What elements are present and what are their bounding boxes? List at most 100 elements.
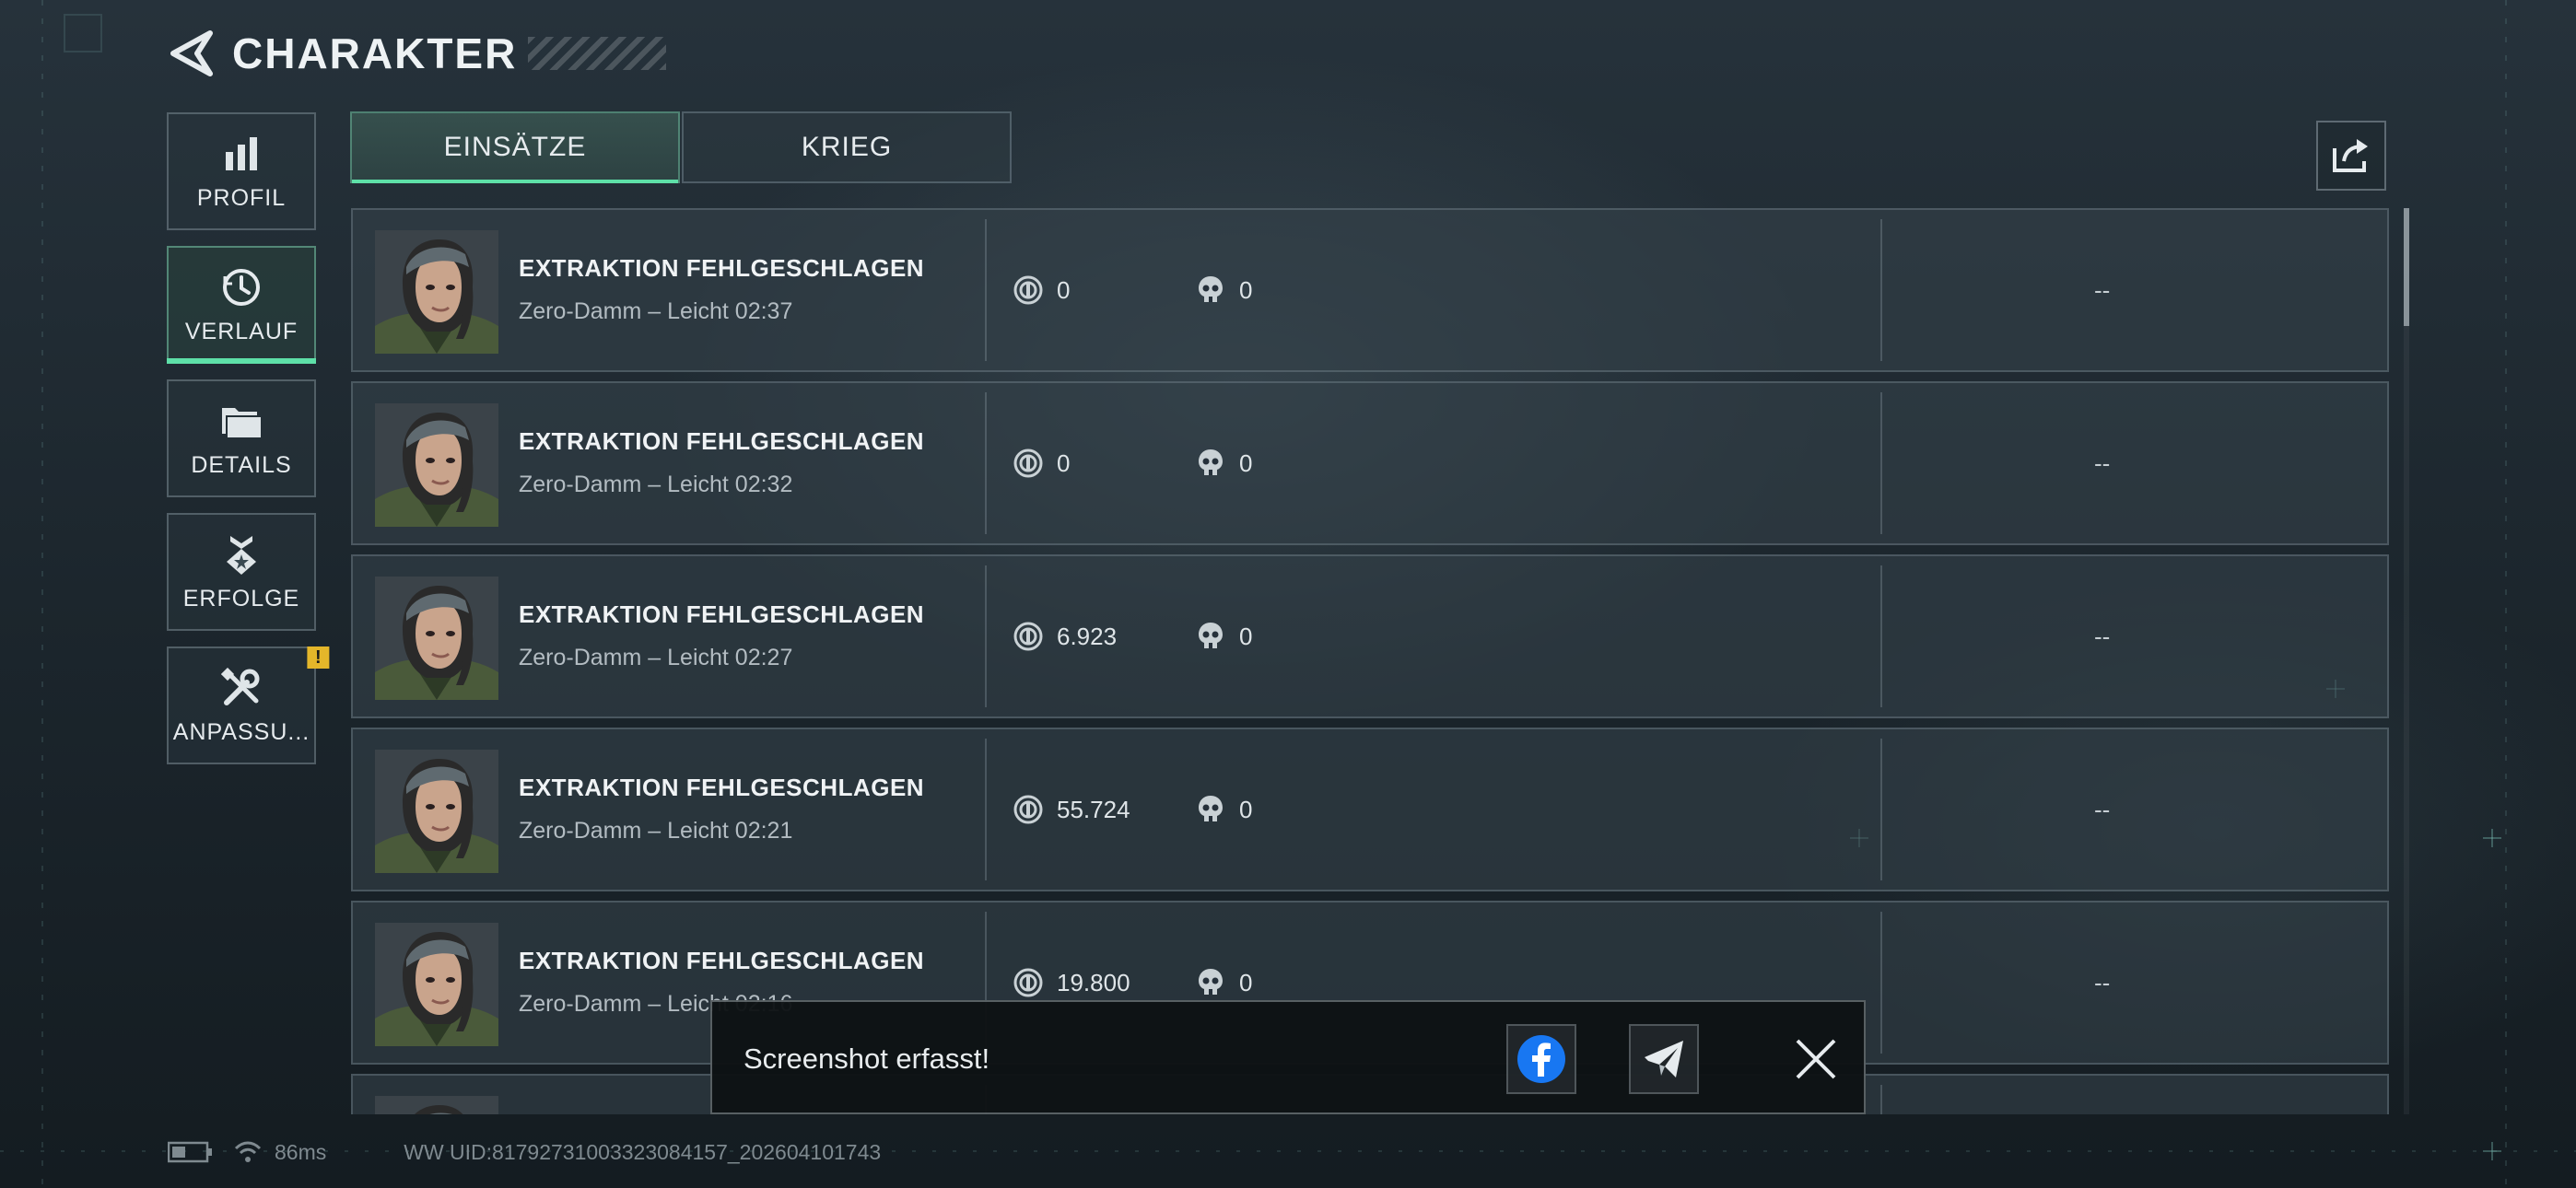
facebook-icon [1517, 1035, 1565, 1083]
credits-value: 0 [1057, 275, 1071, 304]
row-divider [1880, 912, 1882, 1054]
page-title: CHARAKTER [232, 29, 518, 77]
sidebar-item-details[interactable]: DETAILS [167, 379, 316, 497]
kills-value: 0 [1239, 275, 1253, 304]
match-extra-value: -- [2094, 623, 2111, 650]
sidebar-item-anpassung[interactable]: ! ANPASSU... [167, 646, 330, 764]
match-row[interactable]: EXTRAKTION FEHLGESCHLAGEN Zero-Damm – Le… [351, 208, 2389, 372]
screenshot-toast: Screenshot erfasst! [710, 1000, 1866, 1114]
match-row[interactable]: EXTRAKTION FEHLGESCHLAGEN Zero-Damm – Le… [351, 728, 2389, 891]
sidebar-item-label: ANPASSU... [172, 718, 310, 745]
operator-portrait [375, 923, 498, 1046]
credits-value: 55.724 [1057, 795, 1130, 823]
operator-portrait [375, 230, 498, 354]
row-divider [1880, 219, 1882, 361]
title-decoration [528, 37, 667, 70]
match-result-title: EXTRAKTION FEHLGESCHLAGEN [519, 947, 925, 974]
history-clock-icon [219, 265, 263, 309]
match-map-and-time: Zero-Damm – Leicht 02:37 [519, 298, 793, 324]
row-divider [1880, 392, 1882, 534]
credits-stat: 0 [1013, 448, 1070, 479]
battery-icon [168, 1141, 212, 1163]
wifi-icon [234, 1141, 262, 1162]
toast-message: Screenshot erfasst! [744, 1042, 990, 1075]
kills-value: 0 [1239, 448, 1253, 477]
match-extra-value: -- [2094, 796, 2111, 823]
sidebar-item-erfolge[interactable]: ERFOLGE [167, 513, 316, 631]
operator-portrait [375, 750, 498, 873]
credits-stat: 6.923 [1013, 621, 1117, 652]
match-extra-value: -- [2094, 276, 2111, 304]
kills-stat: 0 [1195, 794, 1252, 825]
skull-icon [1195, 967, 1226, 998]
match-extra-value: -- [2094, 969, 2111, 996]
match-history-list: EXTRAKTION FEHLGESCHLAGEN Zero-Damm – Le… [351, 208, 2389, 1114]
coin-icon [1013, 448, 1044, 479]
match-result-title: EXTRAKTION FEHLGESCHLAGEN [519, 427, 925, 455]
medal-icon [219, 532, 263, 577]
skull-icon [1195, 794, 1226, 825]
match-map-and-time: Zero-Damm – Leicht 02:21 [519, 818, 793, 844]
share-button[interactable] [2316, 121, 2386, 191]
row-divider [985, 739, 987, 880]
sidebar: PROFIL VERLAUF DETAILS ERFOLGE ! ANPASSU… [167, 112, 330, 780]
match-extra-value: -- [2094, 449, 2111, 477]
credits-stat: 55.724 [1013, 794, 1130, 825]
credits-value: 0 [1057, 448, 1071, 477]
kills-value: 0 [1239, 795, 1253, 823]
kills-stat: 0 [1195, 967, 1252, 998]
scrollbar[interactable] [2404, 208, 2409, 1114]
toast-close-button[interactable] [1781, 1024, 1851, 1094]
credits-value: 19.800 [1057, 968, 1130, 996]
back-arrow-icon[interactable] [168, 28, 216, 79]
row-divider [1880, 1085, 1882, 1114]
sidebar-item-verlauf[interactable]: VERLAUF [167, 246, 316, 364]
facebook-share-button[interactable] [1506, 1024, 1576, 1094]
operator-portrait [375, 577, 498, 700]
share-icon [2333, 139, 2368, 172]
match-row[interactable]: EXTRAKTION FEHLGESCHLAGEN Zero-Damm – Le… [351, 554, 2389, 718]
coin-icon [1013, 621, 1044, 652]
tab-einsaetze[interactable]: EINSÄTZE [350, 111, 680, 183]
row-divider [1880, 565, 1882, 707]
match-row[interactable]: EXTRAKTION FEHLGESCHLAGEN Zero-Damm – Le… [351, 381, 2389, 545]
operator-portrait [375, 1096, 498, 1114]
paper-plane-icon [1645, 1041, 1683, 1077]
row-divider [985, 565, 987, 707]
page-header: CHARAKTER [168, 28, 667, 79]
scrollbar-thumb[interactable] [2404, 208, 2409, 326]
sidebar-item-label: DETAILS [191, 451, 292, 478]
close-icon [1796, 1039, 1836, 1079]
kills-value: 0 [1239, 968, 1253, 996]
credits-stat: 19.800 [1013, 967, 1130, 998]
row-divider [985, 392, 987, 534]
operator-portrait [375, 403, 498, 527]
match-result-title: EXTRAKTION FEHLGESCHLAGEN [519, 774, 925, 801]
folders-icon [219, 399, 263, 443]
status-bar: 86ms WW UID:8179273100332308415​7_202604… [168, 1138, 881, 1166]
kills-value: 0 [1239, 622, 1253, 650]
sidebar-item-label: ERFOLGE [182, 585, 300, 611]
skull-icon [1195, 448, 1226, 479]
tab-bar: EINSÄTZE KRIEG [350, 111, 1012, 183]
skull-icon [1195, 274, 1226, 306]
match-result-title: EXTRAKTION FEHLGESCHLAGEN [519, 254, 925, 282]
skull-icon [1195, 621, 1226, 652]
coin-icon [1013, 794, 1044, 825]
row-divider [1880, 739, 1882, 880]
tab-krieg[interactable]: KRIEG [682, 111, 1012, 183]
match-map-and-time: Zero-Damm – Leicht 02:27 [519, 645, 793, 670]
credits-value: 6.923 [1057, 622, 1118, 650]
sidebar-item-label: PROFIL [196, 184, 287, 211]
row-divider [985, 219, 987, 361]
coin-icon [1013, 967, 1044, 998]
alert-badge: ! [307, 646, 330, 669]
sidebar-item-label: VERLAUF [184, 318, 299, 344]
user-uid: WW UID:8179273100332308415​7_20260410174… [404, 1139, 882, 1164]
sidebar-item-profil[interactable]: PROFIL [167, 112, 316, 230]
tools-icon [219, 666, 263, 710]
credits-stat: 0 [1013, 274, 1070, 306]
kills-stat: 0 [1195, 621, 1252, 652]
match-map-and-time: Zero-Damm – Leicht 02:32 [519, 472, 793, 497]
telegram-share-button[interactable] [1629, 1024, 1699, 1094]
